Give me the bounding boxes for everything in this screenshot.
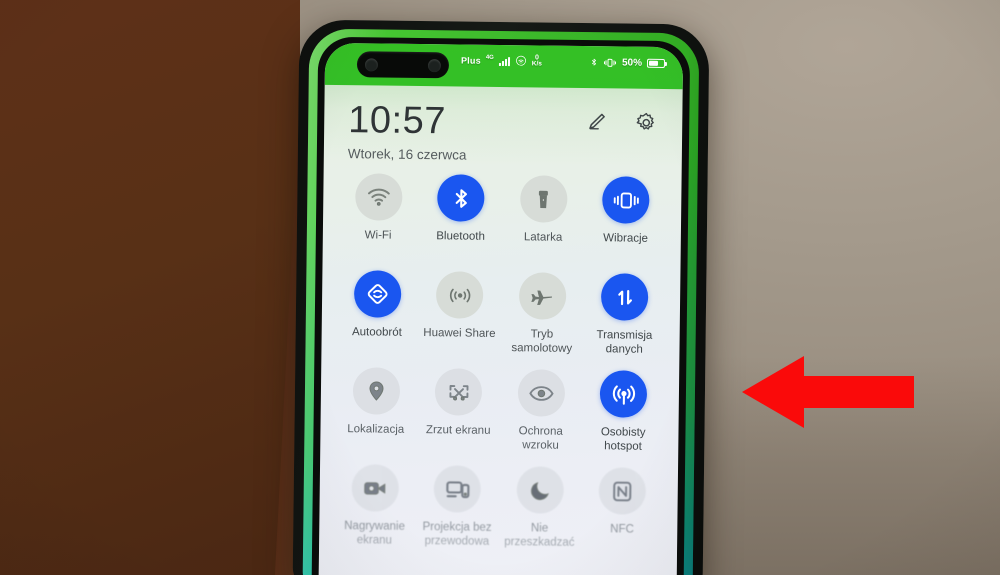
tile-icon (434, 368, 483, 416)
tile-wifi[interactable]: Wi-Fi (336, 173, 420, 271)
tile-label: Wi-Fi (364, 229, 392, 242)
vibrate-icon (613, 192, 639, 208)
background-left-wall (0, 0, 320, 575)
phone-screen: Plus 4G 0 K/s 50% 10:57 Wtorek, 16 czerw… (318, 42, 684, 575)
tile-label: Nie przeszkadzać (504, 522, 575, 549)
tile-flashlight[interactable]: Latarka (501, 175, 585, 273)
airplane-icon (531, 289, 553, 305)
tile-label: Bluetooth (436, 230, 485, 243)
tile-label: Autoobrót (351, 326, 402, 339)
tile-label: Osobisty hotspot (600, 426, 646, 453)
tile-label: Latarka (523, 231, 563, 244)
tile-wireless-projection[interactable]: Projekcja bez przewodowa (415, 465, 499, 563)
quick-panel-header: 10:57 Wtorek, 16 czerwca (324, 85, 683, 165)
tile-icon (352, 367, 401, 415)
hotspot-icon (612, 384, 635, 405)
tile-label: Nagrywanie ekranu (344, 520, 405, 547)
network-type-label: 4G (485, 54, 494, 61)
tile-label: Zrzut ekranu (425, 424, 491, 437)
tile-auto-rotate[interactable]: Autoobrót (335, 270, 419, 368)
battery-percent-label: 50% (621, 56, 643, 69)
tile-icon (353, 270, 402, 318)
flashlight-icon (539, 190, 549, 208)
tile-huawei-share[interactable]: Huawei Share (418, 271, 502, 369)
data-rate-unit: K/s (531, 60, 542, 68)
photo-scene: Plus 4G 0 K/s 50% 10:57 Wtorek, 16 czerw… (0, 0, 1000, 575)
camera-lens-icon (364, 57, 379, 71)
gear-icon (636, 112, 654, 130)
tile-icon (599, 370, 648, 418)
tile-icon (436, 271, 484, 319)
tile-label: Projekcja bez przewodowa (422, 521, 492, 548)
tile-label: NFC (610, 523, 634, 536)
pencil-icon (589, 113, 605, 130)
bluetooth-icon (455, 188, 467, 208)
wifi-icon (515, 56, 526, 66)
tile-icon (516, 466, 564, 514)
tile-label: Lokalizacja (347, 423, 405, 436)
quick-settings-grid: Wi-Fi Bluetooth Latarka Wibracje Autoobr… (319, 173, 682, 575)
battery-icon (646, 58, 666, 68)
punch-hole-camera (356, 51, 450, 79)
tile-eye-comfort[interactable]: Ochrona wzroku (499, 369, 583, 467)
moon-icon (530, 481, 549, 500)
wifi-icon (367, 188, 390, 206)
tile-icon (351, 464, 399, 512)
smartphone: Plus 4G 0 K/s 50% 10:57 Wtorek, 16 czerw… (292, 19, 710, 575)
screenshot-icon (449, 384, 469, 401)
tile-screenshot[interactable]: Zrzut ekranu (417, 368, 501, 466)
huawei-share-icon (449, 288, 471, 302)
tile-label: Transmisja danych (596, 329, 653, 356)
bluetooth-icon (591, 58, 597, 66)
tile-mobile-data[interactable]: Transmisja danych (583, 273, 667, 371)
clock-date: Wtorek, 16 czerwca (347, 146, 467, 163)
wireless-cast-icon (446, 480, 470, 498)
tile-icon (602, 176, 650, 224)
screen-record-icon (364, 481, 386, 495)
tile-label: Huawei Share (423, 327, 496, 340)
red-arrow-icon (742, 356, 914, 428)
tile-icon (519, 175, 568, 223)
status-bar-left: Plus 4G 0 K/s (461, 53, 542, 67)
auto-rotate-icon (367, 284, 388, 304)
tile-location[interactable]: Lokalizacja (334, 367, 418, 465)
tile-icon (437, 174, 485, 222)
tile-icon (601, 273, 649, 321)
vibrate-icon (603, 58, 616, 67)
tile-label: Wibracje (603, 232, 649, 245)
red-arrow (742, 352, 914, 432)
tile-screen-recorder[interactable]: Nagrywanie ekranu (333, 464, 417, 562)
tile-icon (598, 467, 647, 515)
location-pin-icon (369, 381, 384, 401)
settings-button[interactable] (634, 111, 658, 135)
tile-vibrate[interactable]: Wibracje (584, 176, 668, 274)
tile-personal-hotspot[interactable]: Osobisty hotspot (582, 370, 666, 468)
header-actions (584, 110, 658, 135)
tile-icon (518, 272, 567, 320)
eye-comfort-icon (529, 385, 554, 401)
tile-airplane-mode[interactable]: Tryb samolotowy (500, 272, 584, 370)
signal-bars-icon (498, 56, 510, 66)
tile-bluetooth[interactable]: Bluetooth (419, 174, 503, 272)
tile-icon (433, 465, 482, 513)
tile-label: Tryb samolotowy (511, 328, 573, 355)
tile-do-not-disturb[interactable]: Nie przeszkadzać (498, 466, 582, 564)
status-bar: Plus 4G 0 K/s 50% (324, 42, 684, 90)
edit-tiles-button[interactable] (584, 110, 608, 134)
status-bar-right: 50% (590, 56, 666, 69)
camera-lens-icon (427, 58, 442, 72)
tile-icon (354, 173, 403, 221)
tile-icon (517, 369, 565, 417)
tile-label: Ochrona wzroku (518, 425, 563, 452)
carrier-label: Plus (460, 55, 481, 66)
data-rate-indicator: 0 K/s (532, 54, 542, 68)
data-transfer-icon (618, 289, 632, 305)
nfc-icon (613, 481, 632, 501)
tile-nfc[interactable]: NFC (580, 467, 664, 565)
